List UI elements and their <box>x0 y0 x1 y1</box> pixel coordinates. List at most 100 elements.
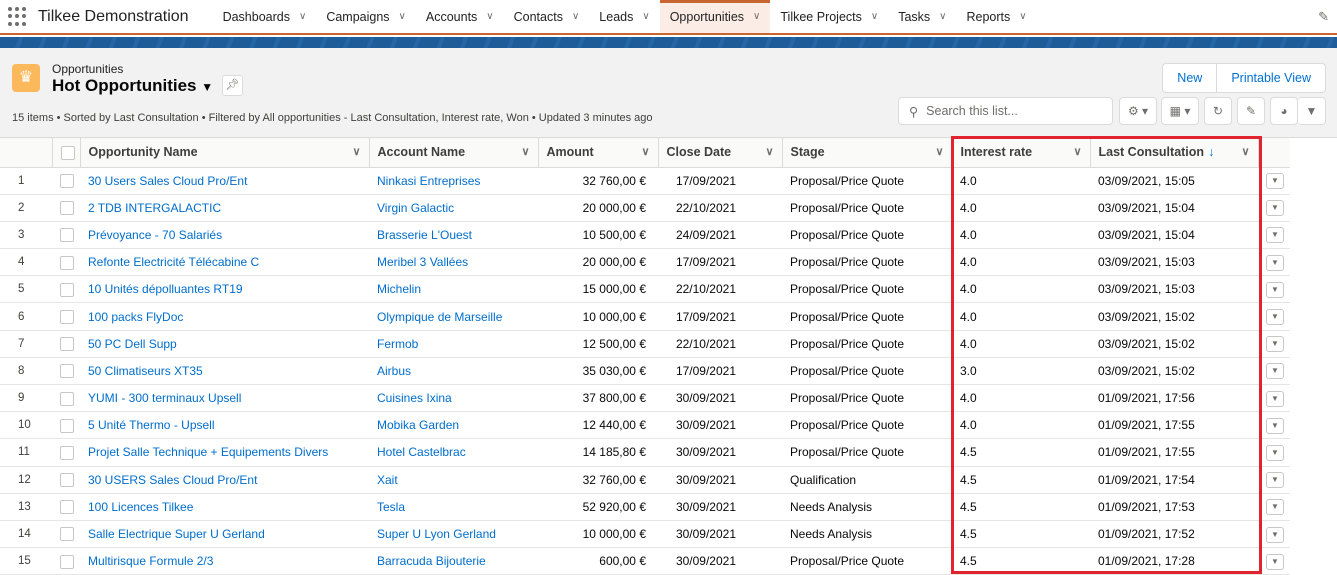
column-header-amount[interactable]: Amount ∨ <box>537 138 658 168</box>
row-actions-button[interactable]: ▼ <box>1266 309 1284 326</box>
chevron-down-icon[interactable]: ∨ <box>1241 145 1249 158</box>
chevron-down-icon[interactable]: ∨ <box>871 11 878 22</box>
tab-dashboards[interactable]: Dashboards ∨ <box>213 0 317 33</box>
column-header-close-date[interactable]: Close Date ∨ <box>657 138 782 168</box>
opportunity-name-link[interactable]: Refonte Electricité Télécabine C <box>80 248 369 277</box>
chevron-down-icon[interactable]: ∨ <box>399 11 406 22</box>
opportunity-name-link[interactable]: Prévoyance - 70 Salariés <box>80 221 369 250</box>
row-checkbox[interactable] <box>60 337 74 352</box>
row-checkbox[interactable] <box>60 473 74 488</box>
charts-button[interactable]: ◕ <box>1270 97 1298 125</box>
column-header-interest-rate[interactable]: Interest rate ∨ <box>951 138 1090 168</box>
account-name-link[interactable]: Ninkasi Entreprises <box>369 167 538 195</box>
filter-button[interactable]: ▼ <box>1298 97 1326 125</box>
account-name-link[interactable]: Virgin Galactic <box>369 194 538 222</box>
row-checkbox[interactable] <box>60 364 74 379</box>
row-actions-button[interactable]: ▼ <box>1266 472 1284 489</box>
opportunity-name-link[interactable]: 100 packs FlyDoc <box>80 302 369 331</box>
settings-button[interactable]: ⚙ ▾ <box>1119 97 1157 125</box>
column-header-account-name[interactable]: Account Name ∨ <box>368 138 538 168</box>
opportunity-name-link[interactable]: Salle Electrique Super U Gerland <box>80 520 369 549</box>
chevron-down-icon[interactable]: ∨ <box>935 145 943 158</box>
account-name-link[interactable]: Michelin <box>369 275 538 304</box>
row-actions-button[interactable]: ▼ <box>1266 444 1284 461</box>
row-actions-button[interactable]: ▼ <box>1266 227 1284 244</box>
chevron-down-icon[interactable]: ∨ <box>765 145 773 158</box>
row-actions-button[interactable]: ▼ <box>1266 281 1284 298</box>
list-view-selector[interactable]: Hot Opportunities ▼ <box>52 76 213 96</box>
tab-accounts[interactable]: Accounts ∨ <box>416 0 504 33</box>
chevron-down-icon[interactable]: ∨ <box>486 11 493 22</box>
row-checkbox[interactable] <box>60 201 74 216</box>
row-checkbox[interactable] <box>60 554 74 569</box>
row-checkbox[interactable] <box>60 174 74 188</box>
opportunity-name-link[interactable]: 50 PC Dell Supp <box>80 330 369 358</box>
opportunity-name-link[interactable]: YUMI - 300 terminaux Upsell <box>80 384 369 413</box>
pin-icon[interactable]: 📌︎ <box>222 75 243 96</box>
account-name-link[interactable]: Barracuda Bijouterie <box>369 547 538 575</box>
chevron-down-icon[interactable]: ∨ <box>641 145 649 158</box>
account-name-link[interactable]: Olympique de Marseille <box>369 302 538 331</box>
chevron-down-icon[interactable]: ∨ <box>642 11 649 22</box>
opportunity-name-link[interactable]: 50 Climatiseurs XT35 <box>80 357 369 386</box>
tab-contacts[interactable]: Contacts ∨ <box>504 0 590 33</box>
account-name-link[interactable]: Mobika Garden <box>369 411 538 440</box>
chevron-down-icon[interactable]: ∨ <box>753 11 760 22</box>
opportunity-name-link[interactable]: 30 USERS Sales Cloud Pro/Ent <box>80 466 369 494</box>
tab-tilkee-projects[interactable]: Tilkee Projects ∨ <box>770 0 888 33</box>
account-name-link[interactable]: Xait <box>369 466 538 494</box>
account-name-link[interactable]: Super U Lyon Gerland <box>369 520 538 549</box>
opportunity-name-link[interactable]: 2 TDB INTERGALACTIC <box>80 194 369 222</box>
row-actions-button[interactable]: ▼ <box>1266 363 1284 380</box>
chevron-down-icon[interactable]: ∨ <box>1073 145 1081 158</box>
app-launcher-icon[interactable] <box>8 6 28 27</box>
tab-campaigns[interactable]: Campaigns ∨ <box>316 0 416 33</box>
new-button[interactable]: New <box>1163 64 1216 92</box>
display-as-button[interactable]: ▦ ▾ <box>1161 97 1199 125</box>
row-actions-button[interactable]: ▼ <box>1266 553 1284 570</box>
row-checkbox[interactable] <box>60 445 74 460</box>
account-name-link[interactable]: Fermob <box>369 330 538 358</box>
chevron-down-icon[interactable]: ∨ <box>521 145 529 158</box>
row-checkbox[interactable] <box>60 228 74 243</box>
tab-tasks[interactable]: Tasks ∨ <box>888 0 956 33</box>
tab-leads[interactable]: Leads ∨ <box>589 0 659 33</box>
tab-opportunities[interactable]: Opportunities ∨ <box>659 0 771 33</box>
column-header-last-consultation[interactable]: Last Consultation ↓ ∨ <box>1089 138 1258 168</box>
refresh-button[interactable]: ↻ <box>1204 97 1232 125</box>
tab-reports[interactable]: Reports ∨ <box>957 0 1037 33</box>
row-actions-button[interactable]: ▼ <box>1266 390 1284 407</box>
row-checkbox[interactable] <box>60 527 74 542</box>
chevron-down-icon[interactable]: ∨ <box>572 11 579 22</box>
row-checkbox[interactable] <box>60 309 74 324</box>
row-actions-button[interactable]: ▼ <box>1266 417 1284 434</box>
account-name-link[interactable]: Cuisines Ixina <box>369 384 538 413</box>
row-checkbox[interactable] <box>60 391 74 406</box>
row-actions-button[interactable]: ▼ <box>1266 200 1284 217</box>
opportunity-name-link[interactable]: 100 Licences Tilkee <box>80 493 369 521</box>
account-name-link[interactable]: Tesla <box>369 493 538 521</box>
printable-view-button[interactable]: Printable View <box>1216 64 1325 92</box>
opportunity-name-link[interactable]: 10 Unités dépolluantes RT19 <box>80 275 369 304</box>
row-actions-button[interactable]: ▼ <box>1266 499 1284 516</box>
chevron-down-icon[interactable]: ∨ <box>1019 11 1026 22</box>
select-all-checkbox[interactable] <box>60 145 75 160</box>
search-input[interactable]: ⚲ Search this list... <box>898 97 1113 125</box>
opportunity-name-link[interactable]: 5 Unité Thermo - Upsell <box>80 411 369 440</box>
opportunity-name-link[interactable]: 30 Users Sales Cloud Pro/Ent <box>80 167 369 195</box>
inline-edit-button[interactable]: ✎ <box>1237 97 1265 125</box>
row-actions-button[interactable]: ▼ <box>1266 526 1284 543</box>
opportunity-name-link[interactable]: Multirisque Formule 2/3 <box>80 547 369 575</box>
account-name-link[interactable]: Hotel Castelbrac <box>369 438 538 467</box>
column-header-opportunity-name[interactable]: Opportunity Name ∨ <box>79 138 369 168</box>
column-header-stage[interactable]: Stage ∨ <box>781 138 952 168</box>
row-actions-button[interactable]: ▼ <box>1266 336 1284 353</box>
chevron-down-icon[interactable]: ∨ <box>352 145 360 158</box>
row-actions-button[interactable]: ▼ <box>1266 254 1284 271</box>
opportunity-name-link[interactable]: Projet Salle Technique + Equipements Div… <box>80 438 369 467</box>
account-name-link[interactable]: Brasserie L'Ouest <box>369 221 538 250</box>
account-name-link[interactable]: Meribel 3 Vallées <box>369 248 538 277</box>
row-checkbox[interactable] <box>60 255 74 270</box>
row-checkbox[interactable] <box>60 418 74 433</box>
chevron-down-icon[interactable]: ∨ <box>939 11 946 22</box>
